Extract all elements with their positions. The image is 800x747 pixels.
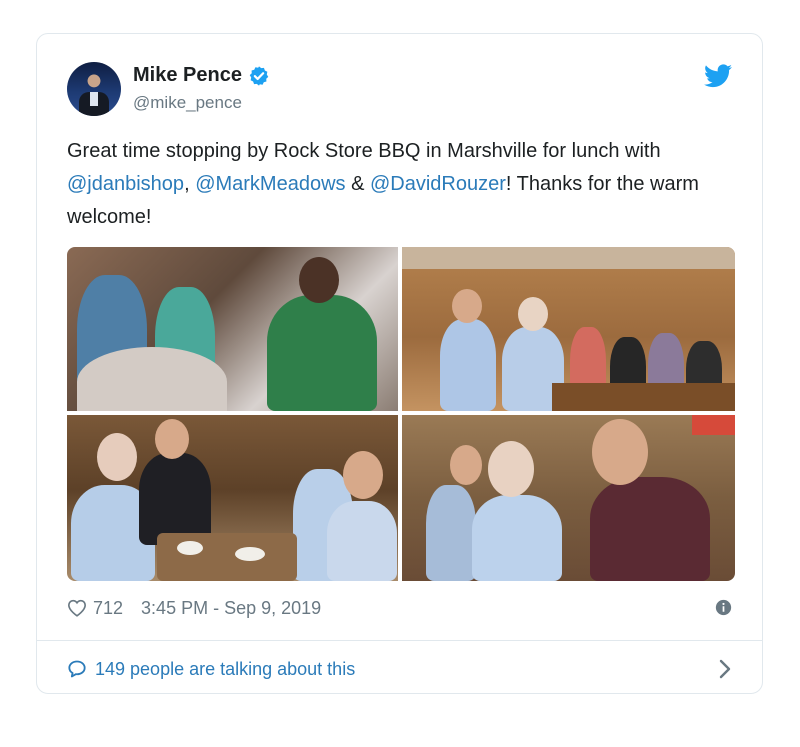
talking-count[interactable]: 149 people are talking about this	[95, 659, 355, 680]
tweet-footer: 712 3:45 PM - Sep 9, 2019	[67, 593, 732, 623]
like-count[interactable]: 712	[93, 598, 123, 619]
tweet-header: Mike Pence @mike_pence	[67, 62, 732, 118]
person-head	[452, 289, 482, 323]
talking-link[interactable]: 149 people are talking about this	[67, 654, 732, 684]
plate	[235, 547, 265, 561]
plate	[177, 541, 203, 555]
person-head	[343, 451, 383, 499]
avatar-shirt	[90, 92, 98, 106]
table	[157, 533, 297, 581]
author-name-row[interactable]: Mike Pence	[133, 64, 270, 87]
author-handle[interactable]: @mike_pence	[133, 93, 242, 113]
person-head	[488, 441, 534, 497]
person-head	[97, 433, 137, 481]
twitter-bird-icon[interactable]	[704, 64, 732, 88]
author-name[interactable]: Mike Pence	[133, 64, 242, 87]
counter	[552, 383, 735, 411]
verified-badge-icon	[249, 65, 269, 86]
person-figure	[472, 495, 562, 581]
photo-4[interactable]	[402, 415, 735, 581]
tweet-text-segment: &	[345, 173, 370, 195]
mention-link-jdanbishop[interactable]: @jdanbishop	[67, 173, 184, 195]
photo-2[interactable]	[402, 247, 735, 411]
tweet-timestamp[interactable]: 3:45 PM - Sep 9, 2019	[141, 598, 321, 619]
person-figure	[139, 453, 211, 545]
wall-menu	[402, 247, 735, 269]
person-head	[450, 445, 482, 485]
tweet-text-segment: Great time stopping by Rock Store BBQ in…	[67, 140, 661, 162]
tweet-text-segment: ,	[184, 173, 196, 195]
info-icon[interactable]	[715, 599, 732, 616]
divider	[37, 640, 762, 641]
photo-grid	[67, 247, 735, 581]
person-head	[299, 257, 339, 303]
author-avatar[interactable]	[67, 62, 121, 116]
mention-link-markmeadows[interactable]: @MarkMeadows	[195, 173, 345, 195]
person-head	[592, 419, 648, 485]
wall-sign	[692, 415, 735, 435]
person-figure	[77, 347, 227, 411]
photo-3[interactable]	[67, 415, 398, 581]
photo-1[interactable]	[67, 247, 398, 411]
heart-icon[interactable]	[67, 599, 87, 617]
person-figure	[267, 295, 377, 411]
mention-link-davidrouzer[interactable]: @DavidRouzer	[370, 173, 506, 195]
person-head	[155, 419, 189, 459]
person-figure	[440, 319, 496, 411]
person-figure	[327, 501, 397, 581]
tweet-text: Great time stopping by Rock Store BBQ in…	[67, 135, 747, 234]
person-head	[518, 297, 548, 331]
tweet-card: Mike Pence @mike_pence Great time stoppi…	[36, 33, 763, 694]
chevron-right-icon[interactable]	[718, 659, 732, 679]
person-figure	[426, 485, 476, 581]
speech-bubble-icon	[68, 660, 86, 678]
person-figure	[590, 477, 710, 581]
